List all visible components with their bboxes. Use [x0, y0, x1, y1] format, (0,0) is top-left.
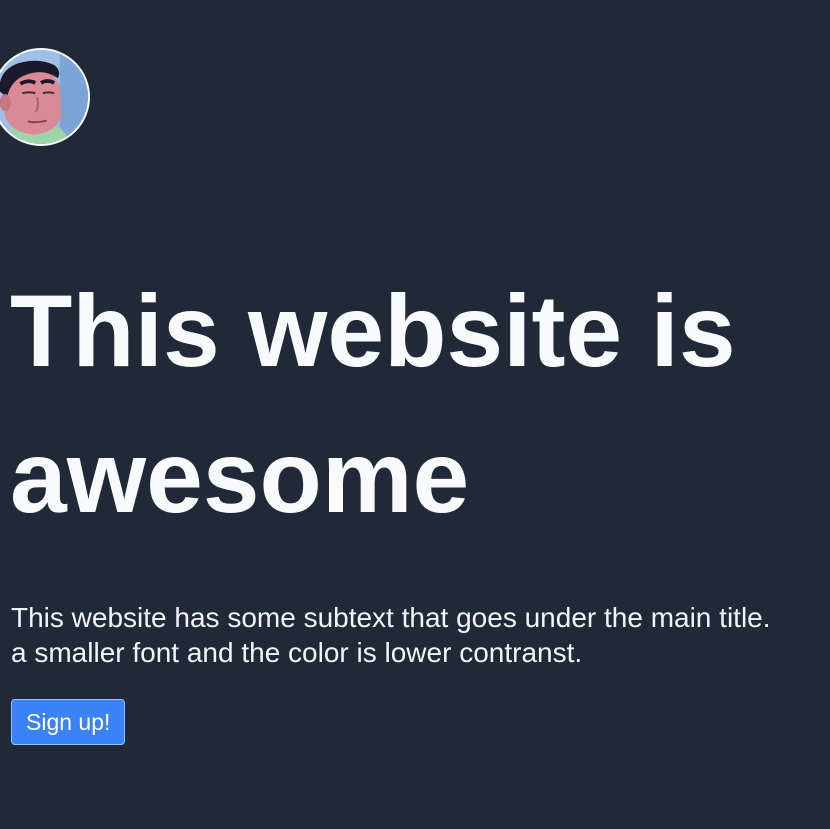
hero-subtext-line-2: a smaller font and the color is lower co…: [11, 637, 583, 668]
signup-button[interactable]: Sign up!: [11, 699, 126, 745]
hero-title-line-1: This website is: [10, 274, 736, 388]
hero-subtext: This website has some subtext that goes …: [11, 600, 830, 670]
landing-page: This website is awesome This website has…: [0, 0, 830, 829]
hero-subtext-line-1: This website has some subtext that goes …: [11, 602, 771, 633]
hero-title-line-2: awesome: [10, 420, 470, 534]
avatar: [0, 48, 90, 146]
hero-title: This website is awesome: [10, 258, 830, 550]
cartoon-man-avatar-icon: [0, 50, 88, 144]
